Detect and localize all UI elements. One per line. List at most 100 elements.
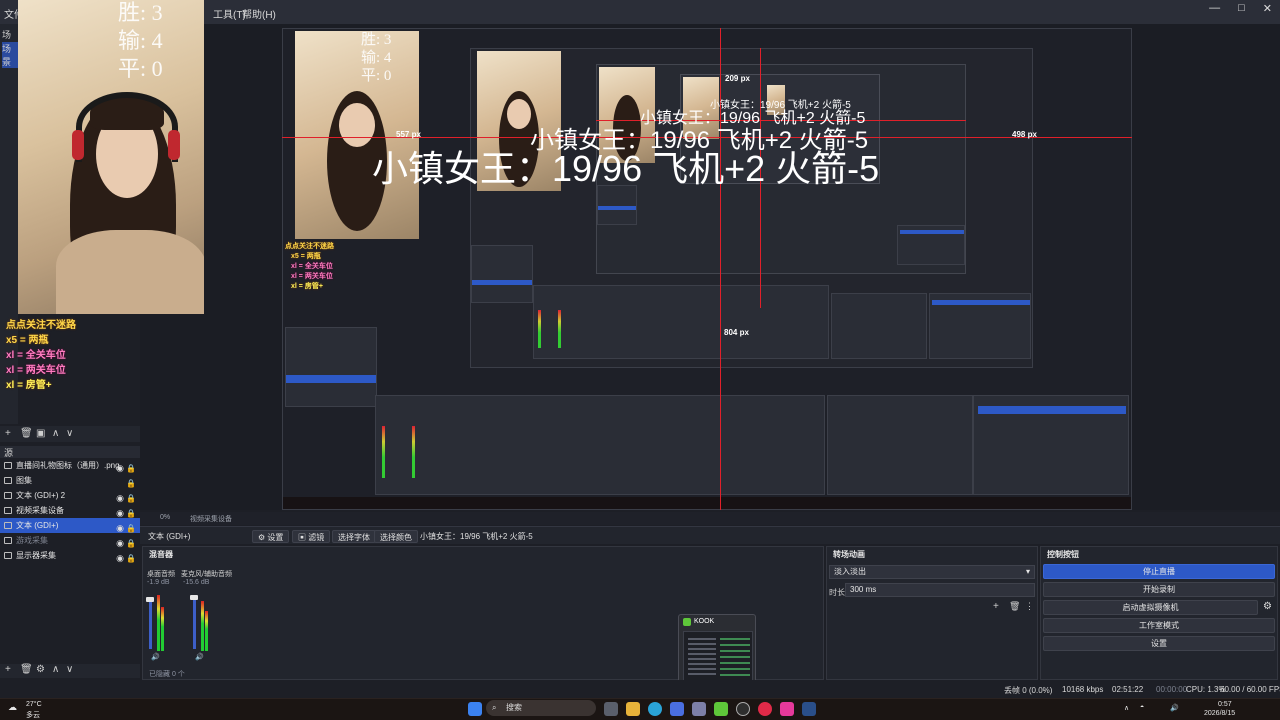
weather-icon[interactable]: ☁ [8, 702, 17, 713]
gear-icon[interactable]: ⚙ [36, 664, 45, 675]
gift-line: x5 = 两瓶 [6, 335, 49, 346]
mini-gift-line: xl = 房管+ [291, 283, 323, 290]
trash-icon[interactable]: 🗑 [20, 428, 33, 439]
source-name: 图集 [16, 476, 32, 485]
speaker-icon[interactable]: 🔊 [151, 653, 160, 661]
mixer-hidden-count: 已隐藏 0 个 [149, 671, 185, 678]
clock-time[interactable]: 0:57 [1218, 701, 1232, 708]
transitions-title: 转场动画 [833, 550, 865, 559]
stop-stream-button[interactable]: 停止直播 [1043, 564, 1275, 579]
webcam-source[interactable]: 胜: 3 输: 4 平: 0 [18, 0, 204, 314]
move-up-icon[interactable]: ∧ [52, 664, 59, 675]
source-item[interactable]: 图集 🔒 [0, 473, 140, 488]
steam-icon[interactable] [802, 702, 816, 716]
file-explorer-icon[interactable] [626, 702, 640, 716]
source-item[interactable]: 显示器采集 ◉ 🔒 [0, 548, 140, 563]
filters-button[interactable]: ▣ 滤镜 [292, 530, 331, 543]
source-item[interactable]: 文本 (GDI+) ◉ 🔒 [0, 518, 140, 533]
settings-button[interactable]: 设置 [1043, 636, 1275, 651]
select-font-button[interactable]: 选择字体 [332, 530, 376, 543]
taskbar-search[interactable]: ⌕ 搜索 [486, 700, 596, 716]
filter-icon: ▣ [298, 533, 309, 542]
monitor-icon [4, 552, 12, 559]
kook-preview [683, 631, 753, 685]
app-icon[interactable] [692, 702, 706, 716]
mixer-channel-name: 麦克风/辅助音频 [181, 571, 232, 578]
edge-icon[interactable] [648, 702, 662, 716]
gear-icon[interactable]: ⚙ [1263, 601, 1272, 612]
kook-taskbar-icon[interactable] [714, 702, 728, 716]
close-icon[interactable]: ✕ [1263, 2, 1272, 15]
taskbar: ☁ 27°C 多云 ∧ ◓ 🔊 0:57 2026/8/15 [0, 698, 1280, 720]
nested-transitions [827, 395, 973, 495]
gift-line: 点点关注不迷路 [6, 320, 76, 331]
studio-mode-button[interactable]: 工作室模式 [1043, 618, 1275, 633]
clock-date[interactable]: 2026/8/15 [1204, 710, 1235, 717]
trash-icon[interactable]: 🗑 [1009, 601, 1020, 612]
mixer-db: -1.9 dB [147, 579, 170, 586]
volume-slider-knob[interactable] [190, 595, 198, 600]
volume-slider[interactable] [149, 597, 152, 649]
trash-icon[interactable]: 🗑 [20, 664, 33, 675]
more-icon[interactable]: ⋮ [1025, 601, 1034, 612]
bitrate: 10168 kbps [1062, 685, 1104, 694]
windows-start-icon[interactable] [468, 702, 482, 716]
virtual-camera-button[interactable]: 启动虚拟摄像机 [1043, 600, 1258, 615]
status-bar: 丢帧 0 (0.0%) 10168 kbps 02:51:22 00:00:00… [0, 680, 1280, 698]
source-item[interactable]: 游戏采集 ◉ 🔒 [0, 533, 140, 548]
source-name: 文本 (GDI+) 2 [16, 491, 66, 500]
score-win: 胜: 3 [118, 0, 163, 25]
menu-tools[interactable]: 工具(T) [213, 6, 246, 21]
move-down-icon[interactable]: ∨ [66, 428, 73, 439]
add-icon[interactable]: + [5, 428, 11, 439]
image-icon [4, 477, 12, 484]
source-item[interactable]: 直播间礼物图标（通用）.png ◉ 🔒 [0, 458, 140, 473]
mini-score-draw: 平: 0 [361, 68, 392, 84]
dropped-frames: 丢帧 0 (0.0%) [1004, 686, 1053, 695]
lock-icon[interactable]: 🔒 [126, 551, 136, 566]
settings-button[interactable]: ⚙ 设置 [252, 530, 290, 543]
volume-icon[interactable]: 🔊 [1170, 704, 1179, 712]
kook-thumbnail-popup[interactable]: KOOK [678, 614, 756, 688]
audio-meter [161, 607, 164, 651]
mini-gift-line: xl = 全关车位 [291, 263, 333, 270]
volume-slider[interactable] [193, 597, 196, 649]
weather-temp: 27°C [26, 701, 42, 708]
audio-meter [205, 611, 208, 651]
move-up-icon[interactable]: ∧ [52, 428, 59, 439]
gift-line: xl = 房管+ [6, 380, 52, 391]
filter-icon[interactable]: ▣ [36, 428, 45, 439]
duration-input[interactable]: 300 ms [845, 583, 1035, 597]
move-down-icon[interactable]: ∨ [66, 664, 73, 675]
network-icon[interactable]: ◓ [1140, 704, 1144, 711]
minimize-icon[interactable]: — [1209, 2, 1220, 15]
source-item[interactable]: 文本 (GDI+) 2 ◉ 🔒 [0, 488, 140, 503]
add-source-icon[interactable]: + [5, 664, 11, 675]
netease-music-icon[interactable] [758, 702, 772, 716]
transition-select[interactable]: 淡入淡出 ▾ [829, 565, 1035, 579]
add-icon[interactable]: + [993, 601, 999, 612]
px-label: 209 px [725, 74, 750, 83]
speaker-icon[interactable]: 🔊 [195, 653, 204, 661]
app-icon[interactable] [780, 702, 794, 716]
scene-item[interactable]: 场景 [2, 42, 18, 68]
task-view-icon[interactable] [604, 702, 618, 716]
camera-icon [4, 507, 12, 514]
eye-icon[interactable]: ◉ [116, 551, 124, 566]
maximize-icon[interactable]: □ [1238, 2, 1245, 15]
tray-chevron-icon[interactable]: ∧ [1124, 704, 1129, 712]
nested-controls [973, 395, 1129, 495]
zoom-level[interactable]: 0% [160, 514, 170, 521]
obs-icon[interactable] [736, 702, 750, 716]
nested-mixer [375, 395, 825, 495]
search-icon: ⌕ [492, 703, 497, 712]
store-icon[interactable] [670, 702, 684, 716]
volume-slider-knob[interactable] [146, 597, 154, 602]
subbar-source: 视频采集设备 [190, 516, 232, 523]
px-label: 804 px [724, 328, 749, 337]
select-color-button[interactable]: 选择颜色 [374, 530, 418, 543]
start-record-button[interactable]: 开始录制 [1043, 582, 1275, 597]
menu-help[interactable]: 帮助(H) [242, 6, 276, 21]
kook-icon [683, 618, 691, 626]
source-item[interactable]: 视频采集设备 ◉ 🔒 [0, 503, 140, 518]
